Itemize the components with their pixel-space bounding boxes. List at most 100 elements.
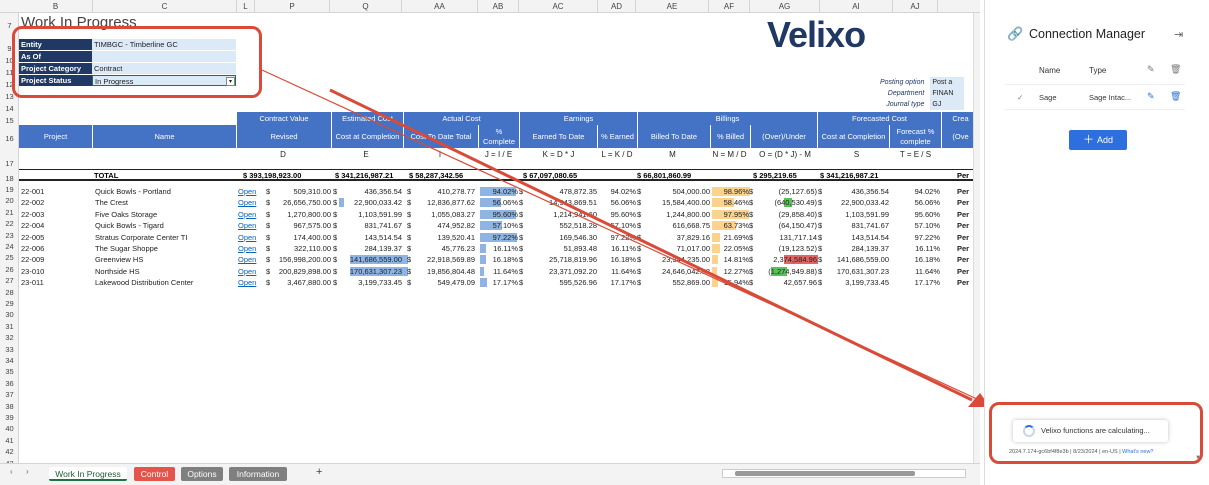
column-header[interactable]: B: [19, 0, 93, 13]
posting-value[interactable]: FINAN: [930, 88, 965, 99]
row-number[interactable]: 41: [0, 435, 19, 446]
row-number[interactable]: 20: [0, 195, 19, 206]
column-header[interactable]: AJ: [893, 0, 938, 13]
tab-nav-left-icon[interactable]: ‹: [10, 467, 13, 476]
column-header[interactable]: AI: [820, 0, 893, 13]
row-number[interactable]: 32: [0, 332, 19, 343]
row-number[interactable]: 19: [0, 184, 19, 195]
open-link[interactable]: Open: [238, 220, 256, 231]
check-icon: ✓: [1017, 93, 1024, 102]
table-row[interactable]: 23-010 Northside HS Open $200,829,898.00 $17…: [19, 266, 980, 277]
table-row[interactable]: 23-011 Lakewood Distribution Center Open $3…: [19, 277, 980, 288]
column-header[interactable]: AG: [750, 0, 820, 13]
table-row[interactable]: 22-009 Greenview HS Open $156,998,200.00 $14…: [19, 254, 980, 265]
row-number[interactable]: 29: [0, 298, 19, 309]
column-header[interactable]: AF: [709, 0, 750, 13]
table-row[interactable]: 22-001 Quick Bowls - Portland Open $509,310…: [19, 186, 980, 197]
tab-nav-right-icon[interactable]: ›: [26, 467, 29, 476]
table-row[interactable]: 22-004 Quick Bowls - Tigard Open $967,575.0…: [19, 220, 980, 231]
over-under: 2,374,584.96: [773, 255, 817, 265]
edit-icon[interactable]: ✎: [1147, 64, 1155, 75]
row-number[interactable]: 36: [0, 378, 19, 389]
trash-icon[interactable]: 🗑: [1170, 91, 1181, 102]
vertical-scrollbar[interactable]: [973, 13, 980, 463]
horizontal-scrollbar[interactable]: [722, 469, 966, 478]
row-number[interactable]: 14: [0, 103, 19, 114]
row-number[interactable]: 27: [0, 275, 19, 286]
row-number[interactable]: 40: [0, 423, 19, 434]
table-row[interactable]: 22-005 Stratus Corporate Center TI Open $17…: [19, 232, 980, 243]
column-header[interactable]: P: [255, 0, 330, 13]
row-number[interactable]: 38: [0, 401, 19, 412]
currency-symbol: $: [749, 187, 754, 196]
posting-value[interactable]: Post a: [930, 77, 965, 88]
sign-out-icon[interactable]: ⇥: [1174, 28, 1183, 41]
row-number[interactable]: 33: [0, 344, 19, 355]
panel-scroll-down-icon[interactable]: ▼: [1195, 455, 1201, 461]
column-header[interactable]: Q: [330, 0, 402, 13]
row-number[interactable]: 37: [0, 389, 19, 400]
edit-icon[interactable]: ✎: [1147, 91, 1155, 102]
open-link[interactable]: Open: [238, 277, 256, 288]
row-number[interactable]: 21: [0, 207, 19, 218]
open-link[interactable]: Open: [238, 254, 256, 265]
row-number[interactable]: 24: [0, 241, 19, 252]
column-header[interactable]: AD: [598, 0, 636, 13]
pct-earned: 17.17%: [610, 278, 636, 288]
scrollbar-thumb[interactable]: [735, 471, 915, 476]
row-number[interactable]: 15: [0, 115, 19, 126]
connection-row[interactable]: ✓ Sage Sage Intac... ✎ 🗑: [1005, 84, 1185, 110]
open-link[interactable]: Open: [238, 232, 256, 243]
column-header[interactable]: AB: [478, 0, 519, 13]
revised-value: 509,310.00: [293, 187, 331, 196]
row-number[interactable]: 28: [0, 287, 19, 298]
table-row[interactable]: 22-002 The Crest Open $26,656,750.00 $22,900…: [19, 197, 980, 208]
currency-symbol: $: [266, 232, 271, 242]
add-sheet-button[interactable]: +: [316, 466, 322, 478]
subheader: Earned To Date: [520, 125, 598, 148]
column-header[interactable]: C: [93, 0, 237, 13]
row-number[interactable]: 22: [0, 218, 19, 229]
row-number[interactable]: 25: [0, 252, 19, 263]
open-link[interactable]: Open: [238, 243, 256, 254]
pct-earned: 11.64%: [611, 266, 636, 276]
currency-symbol: $: [266, 266, 271, 276]
row-number[interactable]: 30: [0, 309, 19, 320]
row-number[interactable]: 26: [0, 264, 19, 275]
column-header[interactable]: AE: [636, 0, 709, 13]
pct-complete: 57.10%: [492, 221, 518, 231]
row-number[interactable]: 34: [0, 355, 19, 366]
tab-options[interactable]: Options: [181, 467, 223, 481]
row-number[interactable]: 31: [0, 321, 19, 332]
row-number[interactable]: 18: [0, 173, 19, 184]
row-number[interactable]: 23: [0, 230, 19, 241]
forecast-pct: 11.64%: [915, 266, 940, 276]
row-number[interactable]: 35: [0, 366, 19, 377]
column-header[interactable]: L: [237, 0, 255, 13]
currency-symbol: $: [818, 209, 823, 219]
add-connection-button[interactable]: ＋ Add: [1069, 130, 1127, 150]
trash-icon[interactable]: 🗑: [1170, 64, 1181, 75]
row-number[interactable]: 39: [0, 412, 19, 423]
table-row[interactable]: 22-003 Five Oaks Storage Open $1,270,800.00…: [19, 209, 980, 220]
open-link[interactable]: Open: [238, 266, 256, 277]
posting-value[interactable]: GJ: [930, 99, 965, 110]
tab-control[interactable]: Control: [134, 467, 175, 481]
open-link[interactable]: Open: [238, 209, 256, 220]
column-header[interactable]: AC: [519, 0, 598, 13]
spreadsheet-area[interactable]: B C L P Q AA AB AC AD AE AF AG AI AJ 7 9 10 11 12 13 14 15 16…: [0, 0, 980, 485]
open-link[interactable]: Open: [238, 186, 256, 197]
row-number[interactable]: 42: [0, 446, 19, 457]
actual-value: 139,520.41: [437, 232, 475, 242]
row-number[interactable]: 17: [0, 158, 19, 169]
table-row[interactable]: 22-006 The Sugar Shoppe Open $322,110.00 $28…: [19, 243, 980, 254]
fc-value: 831,741.67: [851, 221, 889, 231]
formula-label: S: [853, 150, 860, 159]
highlight-box-status: [989, 402, 1203, 464]
open-link[interactable]: Open: [238, 197, 256, 208]
column-header[interactable]: AA: [402, 0, 478, 13]
row-number[interactable]: 16: [0, 133, 19, 144]
tab-information[interactable]: Information: [229, 467, 287, 481]
column-header-row[interactable]: B C L P Q AA AB AC AD AE AF AG AI AJ: [0, 0, 980, 13]
tab-work-in-progress[interactable]: Work In Progress: [49, 467, 127, 481]
